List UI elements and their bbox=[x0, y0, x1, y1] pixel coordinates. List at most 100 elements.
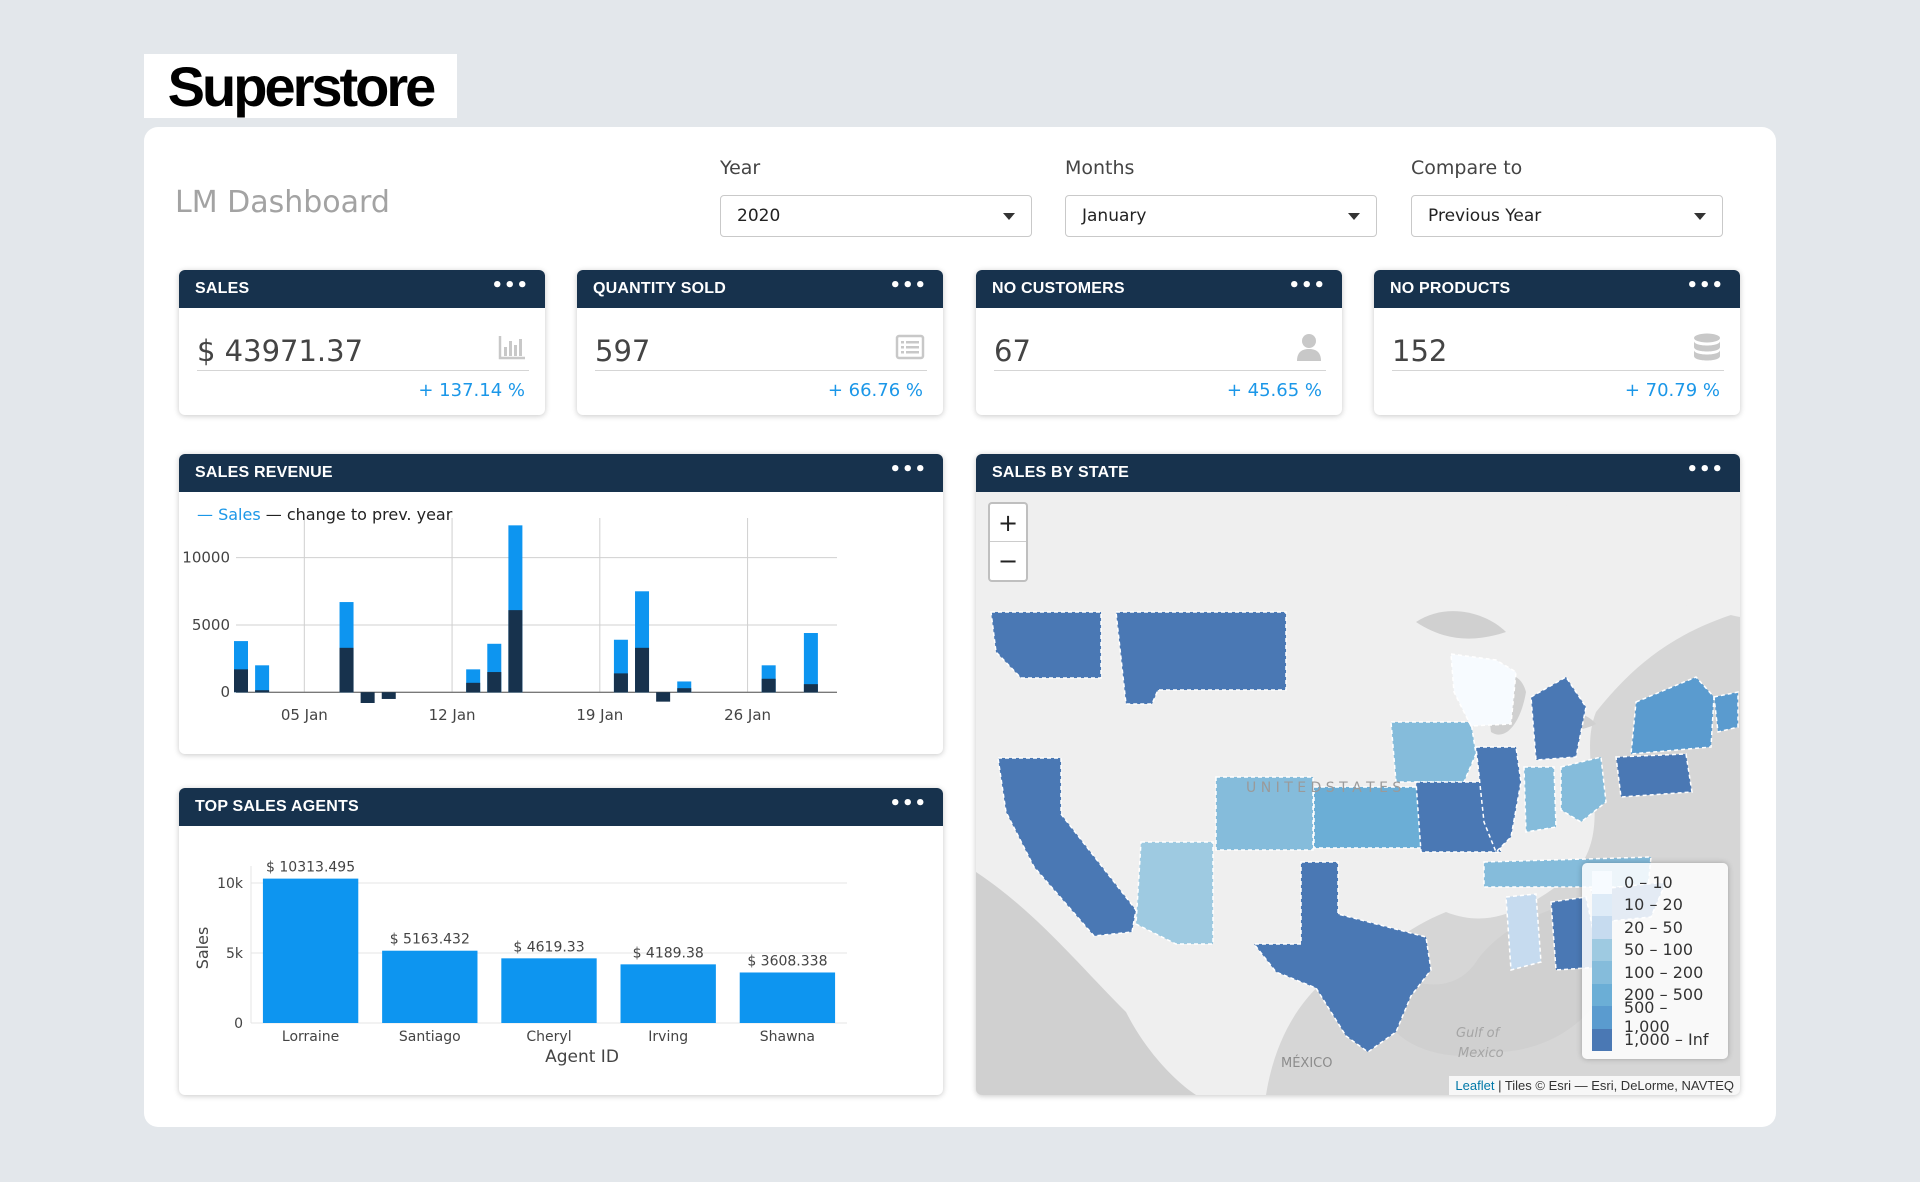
more-options-icon[interactable]: ••• bbox=[889, 793, 927, 814]
map-legend: 0 – 10 10 – 20 20 – 50 50 – 100 100 – 200 200… bbox=[1582, 863, 1728, 1059]
list-icon bbox=[895, 334, 925, 360]
months-dropdown[interactable]: January bbox=[1065, 195, 1377, 237]
x-tick-label: 19 Jan bbox=[576, 706, 623, 724]
compare-filter: Compare to Previous Year bbox=[1411, 157, 1723, 237]
card-title: SALES BY STATE bbox=[992, 464, 1130, 481]
compare-dropdown[interactable]: Previous Year bbox=[1411, 195, 1723, 237]
dashboard-panel: LM Dashboard Year 2020 Months January Co… bbox=[144, 127, 1776, 1127]
sales-by-state-card: SALES BY STATE ••• U N I T E D S T A T E… bbox=[976, 454, 1740, 1095]
year-dropdown[interactable]: 2020 bbox=[720, 195, 1032, 237]
legend-swatch bbox=[1592, 1006, 1612, 1029]
bar-value-label: $ 4189.38 bbox=[633, 945, 704, 961]
change-bar bbox=[635, 647, 650, 693]
card-header: NO PRODUCTS ••• bbox=[1374, 270, 1740, 308]
legend-sales: — Sales — change to prev. year bbox=[197, 505, 453, 524]
kpi-card-quantity: QUANTITY SOLD ••• 597 + 66.76 % bbox=[577, 270, 943, 415]
kpi-value: 597 bbox=[595, 334, 651, 368]
legend-swatch bbox=[1592, 916, 1612, 939]
y-tick-label: 0 bbox=[234, 1016, 243, 1032]
more-options-icon[interactable]: ••• bbox=[1288, 275, 1326, 296]
card-header: QUANTITY SOLD ••• bbox=[577, 270, 943, 308]
card-title: QUANTITY SOLD bbox=[593, 280, 726, 297]
legend-row: 10 – 20 bbox=[1592, 893, 1718, 916]
more-options-icon[interactable]: ••• bbox=[1686, 459, 1724, 480]
zoom-in-button[interactable]: + bbox=[990, 504, 1026, 542]
kpi-value: 152 bbox=[1392, 334, 1448, 368]
top-sales-agents-chart: 0 5k 10k $ 10313.495 Lorraine $ 5163.432 Santi… bbox=[193, 860, 847, 1067]
agent-bar bbox=[501, 958, 597, 1023]
legend-row: 0 – 10 bbox=[1592, 871, 1718, 894]
more-options-icon[interactable]: ••• bbox=[1686, 275, 1724, 296]
bar-value-label: $ 10313.495 bbox=[266, 860, 355, 876]
sales-bar bbox=[803, 633, 818, 693]
attribution-text: | Tiles © Esri — Esri, DeLorme, NAVTEQ bbox=[1494, 1078, 1734, 1093]
x-tick-label: Santiago bbox=[399, 1029, 461, 1045]
agent-bar bbox=[620, 964, 716, 1023]
sales-revenue-card: SALES REVENUE ••• — Sales — change to pr… bbox=[179, 454, 943, 754]
card-title: TOP SALES AGENTS bbox=[195, 798, 359, 815]
legend-label: 50 – 100 bbox=[1624, 940, 1694, 960]
map-label-country: U N I T E D S T A T E S bbox=[1246, 780, 1401, 796]
x-tick-label: Shawna bbox=[760, 1029, 815, 1045]
y-tick-label: 5k bbox=[226, 946, 244, 962]
x-tick-label: Cheryl bbox=[526, 1029, 571, 1045]
change-bar bbox=[255, 690, 270, 693]
x-tick-label: Lorraine bbox=[282, 1029, 339, 1045]
months-filter-label: Months bbox=[1065, 157, 1135, 179]
agent-bar bbox=[382, 950, 478, 1023]
months-dropdown-value: January bbox=[1082, 206, 1147, 226]
zoom-out-button[interactable]: − bbox=[990, 542, 1026, 580]
legend-swatch bbox=[1592, 961, 1612, 984]
state-alabama bbox=[1505, 893, 1542, 971]
change-bar bbox=[761, 678, 776, 693]
caret-down-icon bbox=[1348, 212, 1360, 220]
kpi-change: + 137.14 % bbox=[418, 380, 525, 401]
bar-value-label: $ 3608.338 bbox=[747, 953, 827, 969]
x-axis-title: Agent ID bbox=[545, 1047, 619, 1067]
x-tick-label: 12 Jan bbox=[429, 706, 476, 724]
change-bar bbox=[360, 692, 375, 703]
legend-label: 1,000 – Inf bbox=[1624, 1030, 1709, 1050]
kpi-card-customers: NO CUSTOMERS ••• 67 + 45.65 % bbox=[976, 270, 1342, 415]
more-options-icon[interactable]: ••• bbox=[889, 275, 927, 296]
sales-map[interactable]: U N I T E D S T A T E S MÉXICO Gulf of M… bbox=[976, 492, 1740, 1095]
divider bbox=[197, 370, 529, 371]
x-tick-label: 05 Jan bbox=[281, 706, 328, 724]
legend-row: 50 – 100 bbox=[1592, 938, 1718, 961]
caret-down-icon bbox=[1003, 212, 1015, 220]
legend-row: 500 – 1,000 bbox=[1592, 998, 1718, 1036]
change-bar bbox=[508, 610, 523, 693]
kpi-change: + 70.79 % bbox=[1624, 380, 1720, 401]
legend-swatch bbox=[1592, 871, 1612, 894]
card-title: NO CUSTOMERS bbox=[992, 280, 1125, 297]
change-bar bbox=[613, 673, 628, 693]
kpi-card-sales: SALES ••• $ 43971.37 + 137.14 % bbox=[179, 270, 545, 415]
change-bar bbox=[803, 684, 818, 693]
map-label-mexico: MÉXICO bbox=[1281, 1055, 1332, 1071]
legend-label: 20 – 50 bbox=[1624, 917, 1683, 937]
compare-dropdown-value: Previous Year bbox=[1428, 206, 1542, 226]
more-options-icon[interactable]: ••• bbox=[889, 459, 927, 480]
leaflet-link[interactable]: Leaflet bbox=[1455, 1078, 1494, 1093]
more-options-icon[interactable]: ••• bbox=[491, 275, 529, 296]
card-title: SALES bbox=[195, 280, 250, 297]
change-bar bbox=[339, 647, 354, 693]
kpi-value: $ 43971.37 bbox=[197, 334, 364, 368]
divider bbox=[994, 370, 1326, 371]
superstore-logo: Superstore bbox=[144, 54, 457, 118]
map-label-gulf-1: Gulf of bbox=[1456, 1026, 1502, 1041]
year-dropdown-value: 2020 bbox=[737, 206, 781, 226]
y-tick-label: 10k bbox=[217, 876, 244, 892]
y-tick-label: 5000 bbox=[192, 616, 230, 634]
page-title: LM Dashboard bbox=[175, 185, 390, 220]
state-kansas bbox=[1313, 786, 1422, 849]
change-bar bbox=[234, 669, 248, 693]
y-axis-title: Sales bbox=[193, 927, 212, 970]
sales-revenue-chart: — Sales — change to prev. year 0 5000 1000… bbox=[182, 505, 837, 724]
kpi-value: 67 bbox=[994, 334, 1031, 368]
legend-row: 1,000 – Inf bbox=[1592, 1028, 1718, 1051]
bar-chart-icon bbox=[498, 336, 525, 360]
year-filter: Year 2020 bbox=[720, 157, 1032, 237]
y-tick-label: 0 bbox=[220, 683, 230, 701]
legend-label: 100 – 200 bbox=[1624, 962, 1704, 982]
